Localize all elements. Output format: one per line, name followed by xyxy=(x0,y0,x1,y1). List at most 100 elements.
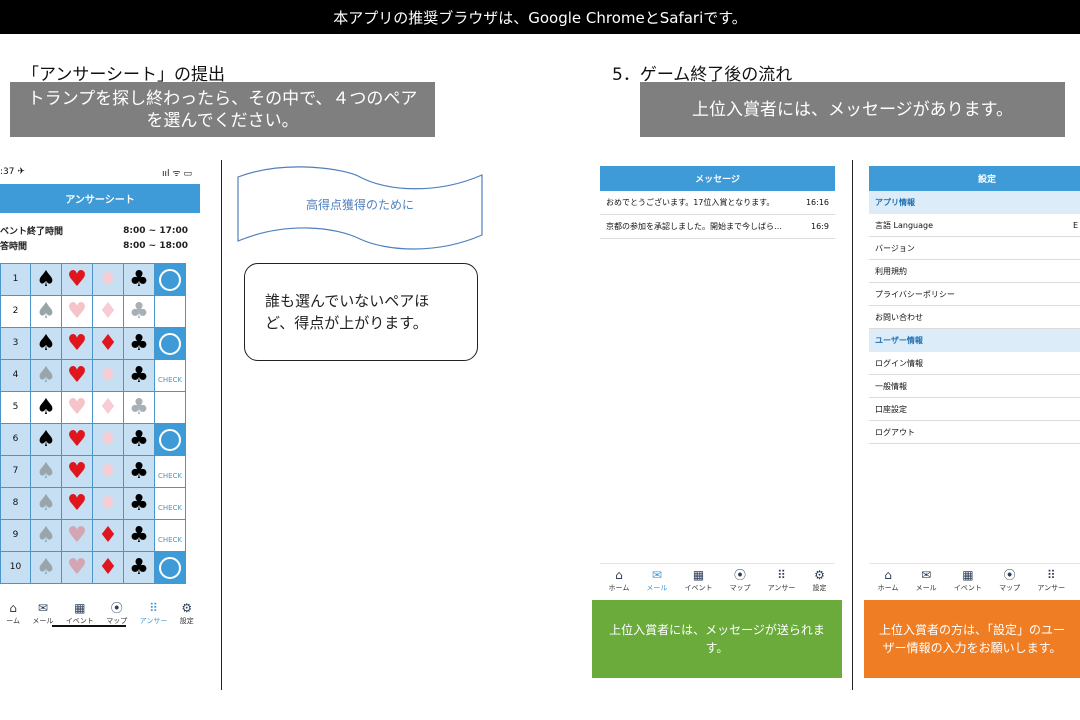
nav-item[interactable]: ⌂ ホーム xyxy=(878,569,899,593)
language-value: E xyxy=(1072,220,1078,230)
nav-item[interactable]: ✉ メール xyxy=(646,569,667,593)
message-item[interactable]: 京都の参加を承認しました。開始まで今しばら… 16:9 xyxy=(600,215,835,239)
card-cell[interactable]: ♥ xyxy=(61,551,93,584)
settings-item-language[interactable]: 言語 Language E xyxy=(869,214,1080,237)
card-cell[interactable]: ♦ xyxy=(92,455,124,488)
card-cell[interactable]: ♦ xyxy=(92,295,124,328)
row-select-control[interactable] xyxy=(154,327,186,360)
settings-item[interactable]: バージョン xyxy=(869,237,1080,260)
card-cell[interactable]: ♠ xyxy=(30,551,62,584)
card-row[interactable]: 3 ♠ ♥ ♦ ♣ xyxy=(0,327,186,360)
row-number: 10 xyxy=(0,551,31,584)
card-cell[interactable]: ♠ xyxy=(30,487,62,520)
club-icon: ♣ xyxy=(129,490,149,516)
card-cell[interactable]: ♣ xyxy=(123,487,155,520)
card-cell[interactable]: ♦ xyxy=(92,391,124,424)
card-cell[interactable]: ♣ xyxy=(123,519,155,552)
divider xyxy=(852,160,853,690)
message-item[interactable]: おめでとうございます。17位入賞となります。 16:16 xyxy=(600,191,835,215)
card-row[interactable]: 10 ♠ ♥ ♦ ♣ xyxy=(0,551,186,584)
nav-item[interactable]: ⦿ マップ xyxy=(730,569,751,593)
nav-item[interactable]: ▦ イベント xyxy=(684,569,712,593)
card-cell[interactable]: ♠ xyxy=(30,423,62,456)
settings-item[interactable]: お問い合わせ xyxy=(869,306,1080,329)
card-row[interactable]: 1 ♠ ♥ ♦ ♣ xyxy=(0,263,186,296)
card-cell[interactable]: ♦ xyxy=(92,487,124,520)
settings-item[interactable]: 利用規約 xyxy=(869,260,1080,283)
card-cell[interactable]: ♣ xyxy=(123,263,155,296)
card-cell[interactable]: ♣ xyxy=(123,455,155,488)
nav-item[interactable]: ▦ イベント xyxy=(954,569,982,593)
nav-item[interactable]: ⚙ 設定 xyxy=(180,602,194,626)
settings-item[interactable]: ログイン情報 xyxy=(869,352,1080,375)
row-select-control[interactable]: CHECK xyxy=(154,519,186,552)
card-cell[interactable]: ♦ xyxy=(92,359,124,392)
nav-item[interactable]: ⚙ 設定 xyxy=(812,569,826,593)
nav-item[interactable]: ✉ メール xyxy=(916,569,937,593)
card-cell[interactable]: ♥ xyxy=(61,487,93,520)
row-select-control[interactable]: CHECK xyxy=(154,487,186,520)
spade-icon: ♠ xyxy=(36,554,56,580)
nav-item[interactable]: ✉ メール xyxy=(32,602,53,626)
row-select-control[interactable] xyxy=(154,391,186,424)
card-cell[interactable]: ♦ xyxy=(92,263,124,296)
nav-item[interactable]: ⠿ アンサー xyxy=(140,602,168,626)
selected-circle-icon xyxy=(159,332,181,355)
card-cell[interactable]: ♣ xyxy=(123,391,155,424)
card-row[interactable]: 6 ♠ ♥ ♦ ♣ xyxy=(0,423,186,456)
heart-icon: ♥ xyxy=(67,554,87,580)
card-cell[interactable]: ♥ xyxy=(61,391,93,424)
card-cell[interactable]: ♣ xyxy=(123,327,155,360)
card-cell[interactable]: ♥ xyxy=(61,295,93,328)
settings-item[interactable]: 口座設定 xyxy=(869,398,1080,421)
row-select-control[interactable] xyxy=(154,551,186,584)
card-cell[interactable]: ♠ xyxy=(30,519,62,552)
card-cell[interactable]: ♣ xyxy=(123,551,155,584)
nav-item[interactable]: ⌂ ーム xyxy=(6,602,20,626)
card-row[interactable]: 9 ♠ ♥ ♦ ♣ CHECK xyxy=(0,519,186,552)
card-cell[interactable]: ♥ xyxy=(61,359,93,392)
card-cell[interactable]: ♦ xyxy=(92,519,124,552)
row-select-control[interactable] xyxy=(154,295,186,328)
heart-icon: ♥ xyxy=(67,426,87,452)
card-cell[interactable]: ♥ xyxy=(61,423,93,456)
settings-item[interactable]: 一般情報 xyxy=(869,375,1080,398)
nav-item[interactable]: ⠿ アンサー xyxy=(768,569,796,593)
row-select-control[interactable] xyxy=(154,423,186,456)
row-select-control[interactable]: CHECK xyxy=(154,359,186,392)
card-cell[interactable]: ♥ xyxy=(61,519,93,552)
card-cell[interactable]: ♦ xyxy=(92,327,124,360)
selected-circle-icon xyxy=(159,428,181,451)
card-cell[interactable]: ♠ xyxy=(30,327,62,360)
card-cell[interactable]: ♦ xyxy=(92,551,124,584)
card-cell[interactable]: ♥ xyxy=(61,327,93,360)
card-row[interactable]: 2 ♠ ♥ ♦ ♣ xyxy=(0,295,186,328)
card-cell[interactable]: ♠ xyxy=(30,455,62,488)
card-cell[interactable]: ♥ xyxy=(61,263,93,296)
card-cell[interactable]: ♣ xyxy=(123,359,155,392)
settings-item[interactable]: プライバシーポリシー xyxy=(869,283,1080,306)
row-select-control[interactable]: CHECK xyxy=(154,455,186,488)
card-cell[interactable]: ♣ xyxy=(123,295,155,328)
card-cell[interactable]: ♥ xyxy=(61,455,93,488)
nav-item[interactable]: ⌂ ホーム xyxy=(609,569,630,593)
card-cell[interactable]: ♠ xyxy=(30,391,62,424)
card-cell[interactable]: ♣ xyxy=(123,423,155,456)
card-cell[interactable]: ♦ xyxy=(92,423,124,456)
nav-item[interactable]: ⦿ マップ xyxy=(106,602,127,626)
card-row[interactable]: 5 ♠ ♥ ♦ ♣ xyxy=(0,391,186,424)
row-number: 3 xyxy=(0,327,31,360)
nav-item[interactable]: ⠿ アンサー xyxy=(1037,569,1065,593)
nav-item[interactable]: ⦿ マップ xyxy=(999,569,1020,593)
card-row[interactable]: 7 ♠ ♥ ♦ ♣ CHECK xyxy=(0,455,186,488)
card-cell[interactable]: ♠ xyxy=(30,295,62,328)
card-cell[interactable]: ♠ xyxy=(30,359,62,392)
card-cell[interactable]: ♠ xyxy=(30,263,62,296)
banner-text: 高得点獲得のために xyxy=(305,198,414,212)
settings-item[interactable]: ログアウト xyxy=(869,421,1080,444)
row-select-control[interactable] xyxy=(154,263,186,296)
home-icon: ⌂ xyxy=(9,601,17,615)
card-row[interactable]: 8 ♠ ♥ ♦ ♣ CHECK xyxy=(0,487,186,520)
nav-item[interactable]: ▦ イベント xyxy=(66,602,94,626)
card-row[interactable]: 4 ♠ ♥ ♦ ♣ CHECK xyxy=(0,359,186,392)
